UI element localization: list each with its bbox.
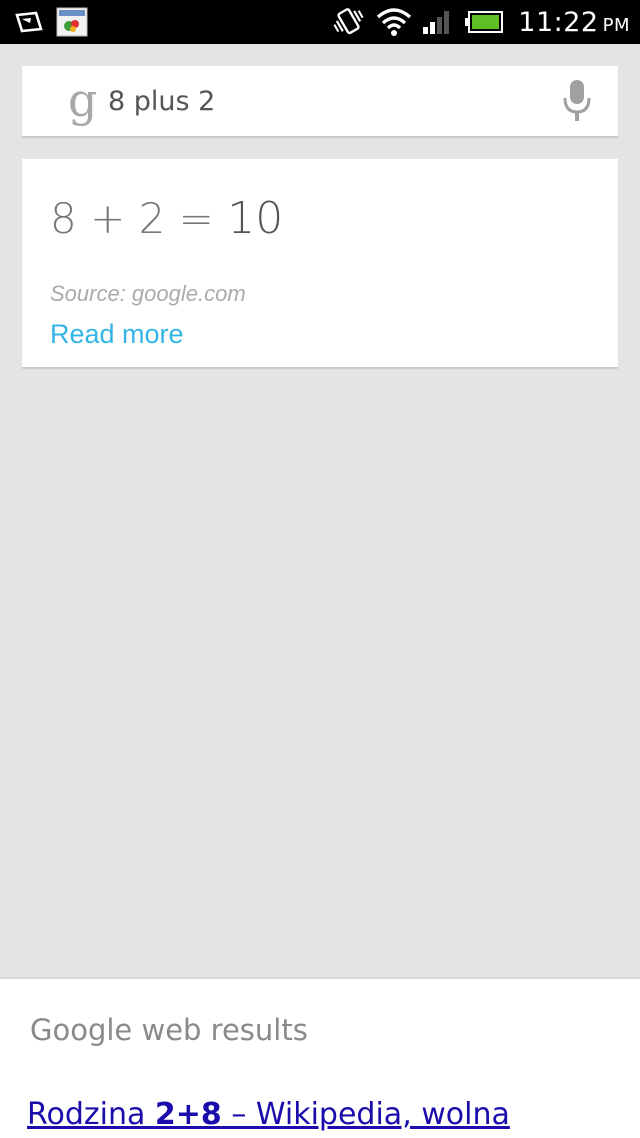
- web-result-link[interactable]: Rodzina 2+8 – Wikipedia, wolna: [27, 1097, 510, 1132]
- equation-result: 10: [227, 193, 284, 244]
- equation-expression: 8 + 2 =: [50, 194, 228, 243]
- calculator-answer-card: 8 + 2 = 10 Source: google.com Read more: [22, 159, 618, 367]
- search-query-input[interactable]: 8 plus 2: [108, 66, 215, 136]
- message-icon: [15, 11, 43, 33]
- answer-source: Source: google.com: [50, 281, 246, 306]
- status-bar-left: [14, 6, 88, 38]
- result-link-suffix[interactable]: – Wikipedia, wolna: [222, 1097, 510, 1132]
- result-link-prefix[interactable]: Rodzina: [27, 1097, 155, 1132]
- result-link-bold[interactable]: 2+8: [155, 1097, 222, 1132]
- battery-icon: [465, 11, 504, 33]
- clock-ampm: PM: [602, 14, 630, 36]
- status-bar: 11:22 PM: [0, 0, 640, 44]
- app-notification-icon: [56, 7, 88, 37]
- web-results-panel: Google web results Rodzina 2+8 – Wikiped…: [0, 977, 640, 1138]
- microphone-icon[interactable]: [562, 80, 592, 122]
- status-bar-right: 11:22 PM: [332, 0, 630, 44]
- vibrate-icon: [333, 8, 364, 35]
- google-g-logo[interactable]: g: [68, 72, 97, 128]
- search-box[interactable]: g 8 plus 2: [22, 66, 618, 136]
- web-results-title: Google web results: [30, 1013, 308, 1047]
- clock-time: 11:22: [518, 6, 599, 38]
- read-more-link[interactable]: Read more: [50, 319, 184, 350]
- signal-icon: [423, 11, 450, 34]
- wifi-icon: [377, 8, 412, 36]
- equation: 8 + 2 = 10: [50, 193, 283, 244]
- status-clock: 11:22 PM: [518, 7, 630, 38]
